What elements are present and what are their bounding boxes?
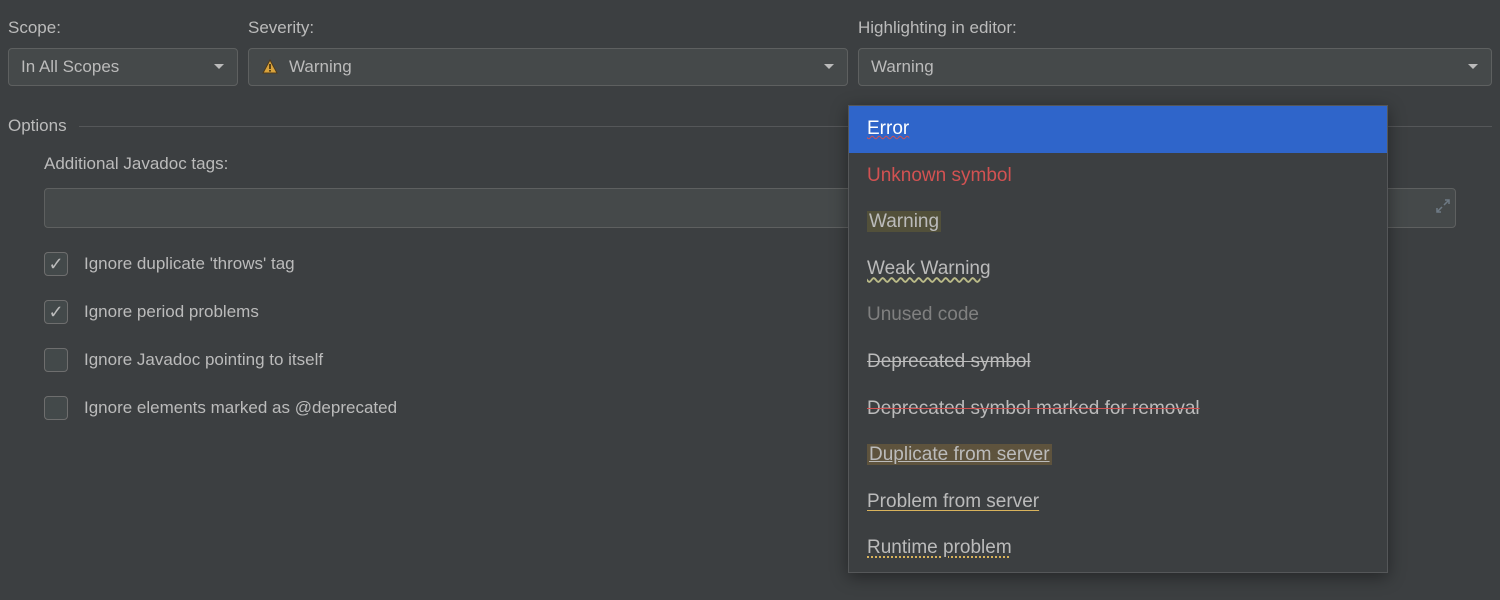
option-label: Unused code xyxy=(867,304,979,325)
options-title: Options xyxy=(8,116,67,136)
severity-label: Severity: xyxy=(248,18,848,38)
highlighting-field: Highlighting in editor: Warning xyxy=(858,18,1492,86)
checkbox-label: Ignore duplicate 'throws' tag xyxy=(84,254,295,274)
option-label: Problem from server xyxy=(867,491,1039,512)
highlighting-option[interactable]: Duplicate from server xyxy=(849,432,1387,479)
scope-dropdown[interactable]: In All Scopes xyxy=(8,48,238,86)
checkbox[interactable] xyxy=(44,348,68,372)
checkbox-label: Ignore period problems xyxy=(84,302,259,322)
checkbox-label: Ignore elements marked as @deprecated xyxy=(84,398,397,418)
option-label: Unknown symbol xyxy=(867,165,1012,186)
highlighting-option[interactable]: Weak Warning xyxy=(849,246,1387,293)
highlighting-option[interactable]: Unknown symbol xyxy=(849,153,1387,200)
highlighting-option[interactable]: Deprecated symbol xyxy=(849,339,1387,386)
severity-dropdown[interactable]: Warning xyxy=(248,48,848,86)
highlighting-option[interactable]: Error xyxy=(849,106,1387,153)
highlighting-value: Warning xyxy=(871,57,1467,77)
option-label: Deprecated symbol xyxy=(867,351,1031,372)
option-label: Warning xyxy=(867,211,941,232)
highlighting-option[interactable]: Warning xyxy=(849,199,1387,246)
option-label: Runtime problem xyxy=(867,537,1012,558)
checkbox[interactable] xyxy=(44,252,68,276)
checkbox[interactable] xyxy=(44,300,68,324)
scope-field: Scope: In All Scopes xyxy=(8,18,238,86)
option-label: Deprecated symbol marked for removal xyxy=(867,398,1200,419)
severity-value: Warning xyxy=(289,57,823,77)
option-label: Duplicate from server xyxy=(867,444,1052,465)
warning-triangle-icon xyxy=(261,58,279,76)
expand-icon[interactable] xyxy=(1436,198,1450,218)
highlighting-dropdown-menu: Error Unknown symbol Warning Weak Warning Un… xyxy=(848,105,1388,573)
checkbox-label: Ignore Javadoc pointing to itself xyxy=(84,350,323,370)
option-label: Weak Warning xyxy=(867,258,991,279)
chevron-down-icon xyxy=(213,63,225,71)
checkbox[interactable] xyxy=(44,396,68,420)
scope-label: Scope: xyxy=(8,18,238,38)
chevron-down-icon xyxy=(823,63,835,71)
highlighting-option[interactable]: Unused code xyxy=(849,292,1387,339)
highlighting-option[interactable]: Problem from server xyxy=(849,479,1387,526)
highlighting-option[interactable]: Runtime problem xyxy=(849,525,1387,572)
highlighting-dropdown[interactable]: Warning xyxy=(858,48,1492,86)
option-label: Error xyxy=(867,118,909,139)
severity-field: Severity: Warning xyxy=(248,18,848,86)
highlighting-label: Highlighting in editor: xyxy=(858,18,1492,38)
highlighting-option[interactable]: Deprecated symbol marked for removal xyxy=(849,386,1387,433)
scope-value: In All Scopes xyxy=(21,57,213,77)
chevron-down-icon xyxy=(1467,63,1479,71)
